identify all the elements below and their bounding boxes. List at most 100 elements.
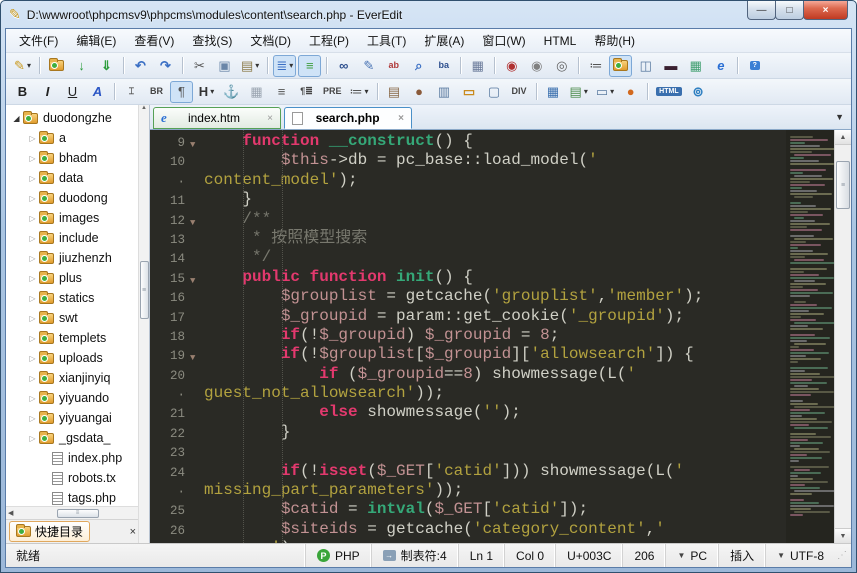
console-button[interactable]: ▬: [659, 55, 682, 77]
code-editor[interactable]: 9 ▼ function __construct() {10 $this->db …: [150, 130, 786, 543]
menu-item-a[interactable]: 扩展(A): [415, 29, 473, 52]
title-bar[interactable]: ✎ D:\wwwroot\phpcmsv9\phpcms\modules\con…: [1, 1, 856, 28]
tree-folder-_gsdata_[interactable]: ▷ _gsdata_: [6, 428, 149, 448]
expander-icon[interactable]: ◢: [10, 114, 23, 123]
redo-button[interactable]: ↷: [154, 55, 177, 77]
code-line[interactable]: 24 if(!isset($_GET['catid'])) showmessag…: [150, 462, 786, 481]
menu-item-w[interactable]: 窗口(W): [473, 29, 534, 52]
expander-icon[interactable]: ▷: [26, 254, 39, 263]
code-line[interactable]: 15 ▼ public function init() {: [150, 268, 786, 287]
encoding[interactable]: ▼ UTF-8: [765, 544, 835, 567]
menu-item-h[interactable]: 帮助(H): [585, 29, 644, 52]
html-tidy-button[interactable]: HTML: [653, 81, 684, 103]
snippet-grid-button[interactable]: ▦: [684, 55, 707, 77]
file-tree[interactable]: ◢ duodongzhe ▷ a ▷ bhadm ▷ data ▷ duodong ▷ images ▷…: [6, 105, 149, 506]
button-tag-button[interactable]: ▭: [458, 81, 481, 103]
fold-arrow-icon[interactable]: ▼: [190, 268, 204, 287]
insert-mode[interactable]: 插入: [718, 544, 765, 567]
menu-item-t[interactable]: 工具(T): [358, 29, 415, 52]
expander-icon[interactable]: ▷: [26, 234, 39, 243]
expander-icon[interactable]: ▷: [26, 374, 39, 383]
tree-vertical-scrollbar[interactable]: ▲ ≡: [138, 105, 149, 543]
expander-icon[interactable]: ▷: [26, 334, 39, 343]
tree-folder-yiyuangai[interactable]: ▷ yiyuangai: [6, 408, 149, 428]
tree-root-folder[interactable]: ◢ duodongzhe: [6, 108, 149, 128]
code-line[interactable]: 13 * 按照模型搜索: [150, 229, 786, 248]
tree-folder-statics[interactable]: ▷ statics: [6, 288, 149, 308]
play-macro-button[interactable]: ◉: [525, 55, 548, 77]
browser-preview-button[interactable]: e: [709, 55, 732, 77]
open-folder-button[interactable]: [45, 55, 68, 77]
tree-file-tags-php[interactable]: tags.php: [6, 488, 149, 506]
paste-button[interactable]: ▤ ▾: [238, 55, 262, 77]
italic-button[interactable]: I: [36, 81, 59, 103]
find-replace-button[interactable]: ✎: [357, 55, 380, 77]
expander-icon[interactable]: ▷: [26, 174, 39, 183]
tree-folder-images[interactable]: ▷ images: [6, 208, 149, 228]
tree-scroll-thumb[interactable]: ≡: [139, 261, 149, 319]
tab-close-icon[interactable]: ×: [398, 113, 404, 124]
code-line[interactable]: 16 $grouplist = getcache('grouplist','me…: [150, 287, 786, 306]
menu-item-s[interactable]: 查找(S): [183, 29, 241, 52]
code-line[interactable]: · guest_not_allowsearch'));: [150, 384, 786, 403]
image-map-button[interactable]: ▤: [383, 81, 406, 103]
code-line[interactable]: 9 ▼ function __construct() {: [150, 132, 786, 151]
tree-folder-data[interactable]: ▷ data: [6, 168, 149, 188]
code-line[interactable]: 12 ▼ /**: [150, 210, 786, 229]
tab-list-dropdown[interactable]: ▼: [835, 112, 844, 122]
bold-button[interactable]: B: [11, 81, 34, 103]
fold-arrow-icon[interactable]: ▼: [190, 345, 204, 364]
new-file-button[interactable]: ✎ ▾: [11, 55, 34, 77]
color-palette-button[interactable]: ●: [619, 81, 642, 103]
line-break-button[interactable]: BR: [145, 81, 168, 103]
scroll-up-icon[interactable]: ▲: [835, 130, 851, 145]
insert-input-button[interactable]: ▭ ▾: [593, 81, 617, 103]
split-view-button[interactable]: ◫: [634, 55, 657, 77]
insert-image-button[interactable]: ▤ ▾: [567, 81, 591, 103]
media-object-button[interactable]: ●: [408, 81, 431, 103]
dropdown-arrow-icon[interactable]: ▾: [365, 87, 369, 96]
dropdown-arrow-icon[interactable]: ▾: [584, 87, 588, 96]
tree-hscroll-thumb[interactable]: ≡: [56, 508, 99, 518]
div-select-button[interactable]: ▢: [483, 81, 506, 103]
expander-icon[interactable]: ▷: [26, 274, 39, 283]
tree-folder-swt[interactable]: ▷ swt: [6, 308, 149, 328]
code-line[interactable]: 10 $this->db = pc_base::load_model(': [150, 151, 786, 170]
tree-folder-uploads[interactable]: ▷ uploads: [6, 348, 149, 368]
align-text-button[interactable]: ≡: [270, 81, 293, 103]
browse-web-button[interactable]: ⊚: [687, 81, 710, 103]
underline-button[interactable]: U: [61, 81, 84, 103]
code-line[interactable]: · commons');: [150, 539, 786, 543]
record-macro-button[interactable]: ◉: [500, 55, 523, 77]
scroll-left-icon[interactable]: ◀: [8, 509, 13, 517]
expander-icon[interactable]: ▷: [26, 394, 39, 403]
expander-icon[interactable]: ▷: [26, 194, 39, 203]
copy-button[interactable]: ▣: [213, 55, 236, 77]
expander-icon[interactable]: ▷: [26, 214, 39, 223]
find-button[interactable]: ∞: [332, 55, 355, 77]
function-list-button[interactable]: ≔: [584, 55, 607, 77]
scroll-up-icon[interactable]: ▲: [141, 105, 147, 111]
code-line[interactable]: 19 ▼ if(!$grouplist[$_groupid]['allowsear…: [150, 345, 786, 364]
dropdown-arrow-icon[interactable]: ▼: [777, 551, 785, 560]
paragraph-mark-button[interactable]: ¶: [170, 80, 193, 103]
tree-file-robots-tx[interactable]: robots.tx: [6, 468, 149, 488]
replace-ab-ac-button[interactable]: ab: [382, 55, 405, 77]
code-line[interactable]: 26 $siteids = getcache('category_content…: [150, 520, 786, 539]
heading-button[interactable]: H ▾: [195, 81, 218, 103]
code-line[interactable]: 18 if(!$_groupid) $_groupid = 8;: [150, 326, 786, 345]
language-mode[interactable]: P PHP: [304, 544, 371, 567]
expander-icon[interactable]: ▷: [26, 294, 39, 303]
tree-folder-include[interactable]: ▷ include: [6, 228, 149, 248]
code-line[interactable]: 17 $_groupid = param::get_cookie('_group…: [150, 307, 786, 326]
code-line[interactable]: 20 if ($_groupid==8) showmessage(L(': [150, 365, 786, 384]
menu-item-f[interactable]: 文件(F): [10, 29, 67, 52]
dropdown-arrow-icon[interactable]: ▼: [677, 551, 685, 560]
tab-search-php[interactable]: search.php ×: [284, 107, 412, 129]
quick-directory-tab[interactable]: 快捷目录: [9, 521, 91, 542]
tab-size[interactable]: → 制表符:4: [370, 544, 458, 567]
expander-icon[interactable]: ▷: [26, 314, 39, 323]
expander-icon[interactable]: ▷: [26, 434, 39, 443]
tree-folder-plus[interactable]: ▷ plus: [6, 268, 149, 288]
expander-icon[interactable]: ▷: [26, 154, 39, 163]
